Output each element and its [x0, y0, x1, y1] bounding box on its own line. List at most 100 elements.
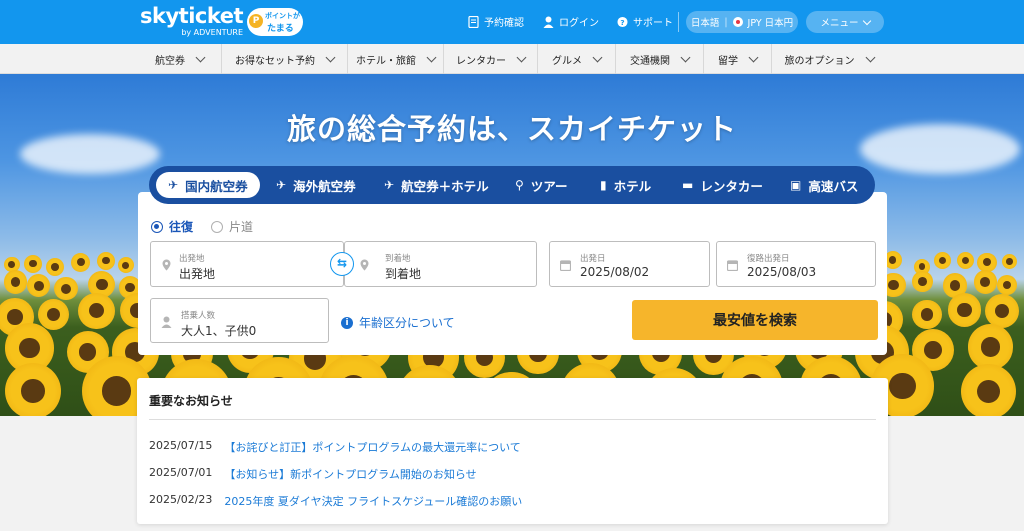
- bus-icon: ▣: [790, 178, 802, 192]
- notice-date: 2025/07/15: [149, 439, 213, 452]
- passenger-field[interactable]: 搭乗人数 大人1、子供0: [150, 298, 329, 343]
- depart-date-label: 出発日: [580, 254, 606, 264]
- japan-flag-icon: [732, 17, 743, 27]
- tab-label: 国内航空券: [185, 178, 248, 194]
- nav-item-gourmet[interactable]: グルメ: [538, 44, 616, 74]
- search-lowest-price-button[interactable]: 最安値を検索: [632, 300, 878, 340]
- passenger-label: 搭乗人数: [181, 311, 216, 321]
- notice-link[interactable]: 2025年度 夏ダイヤ決定 フライトスケジュール確認のお願い: [224, 493, 522, 509]
- site-logo[interactable]: skyticket by ADVENTURE: [140, 6, 244, 38]
- calendar-icon: [727, 260, 738, 271]
- notice-date: 2025/02/23: [149, 493, 213, 506]
- radio-one-way[interactable]: [211, 220, 223, 233]
- tab-highway-bus[interactable]: ▣ 高速バス: [790, 172, 858, 198]
- return-date-field[interactable]: 復路出発日 2025/08/03: [716, 241, 876, 287]
- sunflower-center: [50, 263, 59, 271]
- sunflower-center: [122, 261, 130, 269]
- location-pin-icon: [360, 259, 369, 271]
- sunflower-center: [102, 376, 132, 406]
- sunflower-center: [29, 259, 37, 268]
- sunflower-center: [78, 343, 97, 361]
- tab-domestic-flights[interactable]: ✈ 国内航空券: [156, 172, 260, 198]
- trip-type-round[interactable]: 往復: [151, 218, 193, 235]
- tab-tours[interactable]: ⚲ ツアー: [515, 172, 568, 198]
- coin-icon: P: [249, 14, 263, 28]
- calendar-icon: [560, 260, 571, 271]
- trip-type-oneway[interactable]: 片道: [211, 218, 253, 235]
- language-currency-selector[interactable]: 日本語 | JPY 日本円: [686, 11, 798, 33]
- support-link[interactable]: ? サポート: [617, 14, 673, 29]
- arrival-field[interactable]: 到着地 到着地: [344, 241, 537, 287]
- notice-link[interactable]: 【お詫びと訂正】ポイントプログラムの最大還元率について: [224, 439, 520, 455]
- sunflower-center: [889, 372, 916, 400]
- chevron-down-icon: [865, 52, 875, 62]
- nav-item-flights[interactable]: 航空券: [138, 44, 222, 74]
- tab-rental-car[interactable]: ▬ レンタカー: [682, 172, 763, 198]
- sunflower-center: [8, 261, 15, 268]
- chevron-down-icon: [516, 52, 527, 62]
- nav-item-label: 旅のオプション: [784, 55, 855, 67]
- chevron-down-icon: [748, 52, 759, 62]
- tab-label: レンタカー: [700, 178, 763, 194]
- sunflower-center: [920, 308, 934, 321]
- sunflower-center: [96, 278, 108, 291]
- document-icon: [468, 15, 479, 28]
- point-badge-bottom: たまる: [267, 24, 294, 34]
- departure-value: 出発地: [179, 267, 216, 281]
- age-category-label: 年齢区分について: [359, 316, 455, 330]
- pill-separator: |: [724, 16, 728, 28]
- sunflower-center: [46, 307, 61, 322]
- arrival-label: 到着地: [385, 254, 411, 264]
- info-icon: i: [341, 316, 353, 329]
- nav-item-label: レンタカー: [456, 55, 506, 67]
- sunflower-center: [981, 337, 1001, 357]
- tab-international-flights[interactable]: ✈ 海外航空券: [276, 172, 356, 198]
- important-notices: 重要なお知らせ 2025/07/15 【お詫びと訂正】ポイントプログラムの最大還…: [137, 378, 888, 524]
- nav-item-label: ホテル・旅館: [356, 55, 416, 67]
- notice-item: 2025/02/23 2025年度 夏ダイヤ決定 フライトスケジュール確認のお願…: [149, 493, 522, 509]
- nav-item-options[interactable]: 旅のオプション: [772, 44, 886, 74]
- passenger-value: 大人1、子供0: [181, 324, 257, 338]
- sunflower-center: [976, 379, 1000, 403]
- nav-item-hotels[interactable]: ホテル・旅館: [348, 44, 444, 74]
- nav-item-transport[interactable]: 交通機関: [616, 44, 704, 74]
- arrival-value: 到着地: [385, 267, 422, 281]
- return-date-label: 復路出発日: [747, 254, 790, 264]
- header-divider: [678, 12, 679, 32]
- tab-label: 高速バス: [808, 178, 859, 194]
- nav-item-study-abroad[interactable]: 留学: [704, 44, 772, 74]
- menu-button[interactable]: メニュー: [806, 11, 884, 33]
- sunflower-center: [924, 341, 942, 359]
- tab-hotels[interactable]: ▮ ホテル: [600, 172, 651, 198]
- nav-item-label: 航空券: [155, 55, 185, 67]
- nav-item-set-deals[interactable]: お得なセット予約: [222, 44, 348, 74]
- chevron-down-icon: [862, 16, 871, 25]
- chevron-down-icon: [680, 52, 691, 62]
- notices-divider: [149, 419, 876, 420]
- svg-text:?: ?: [620, 17, 624, 26]
- return-date-value: 2025/08/03: [747, 265, 817, 279]
- menu-label: メニュー: [820, 18, 859, 29]
- sunflower-center: [21, 379, 45, 404]
- chevron-down-icon: [592, 52, 603, 62]
- login-link[interactable]: ログイン: [543, 14, 599, 29]
- reservation-check-link[interactable]: 予約確認: [468, 14, 524, 29]
- tab-label: ツアー: [530, 178, 568, 194]
- departure-label: 出発地: [179, 254, 205, 264]
- depart-date-field[interactable]: 出発日 2025/08/02: [549, 241, 710, 287]
- language-label: 日本語: [690, 18, 720, 29]
- radio-round-trip[interactable]: [151, 220, 163, 233]
- tab-flight-hotel[interactable]: ✈ 航空券＋ホテル: [384, 172, 489, 198]
- sunflower-center: [102, 256, 110, 265]
- notice-link[interactable]: 【お知らせ】新ポイントプログラム開始のお知らせ: [224, 466, 476, 482]
- sunflower-center: [125, 282, 135, 293]
- point-badge[interactable]: P ポイントが たまる: [247, 8, 303, 36]
- nav-item-rental-car[interactable]: レンタカー: [444, 44, 538, 74]
- globe-plane-icon: ✈: [276, 178, 287, 192]
- user-icon: [543, 16, 554, 28]
- age-category-link[interactable]: i 年齢区分について: [341, 314, 455, 331]
- help-circle-icon: ?: [617, 16, 628, 27]
- swap-locations-button[interactable]: ⇆: [330, 252, 354, 276]
- tab-label: 航空券＋ホテル: [401, 178, 489, 194]
- departure-field[interactable]: 出発地 出発地: [150, 241, 344, 287]
